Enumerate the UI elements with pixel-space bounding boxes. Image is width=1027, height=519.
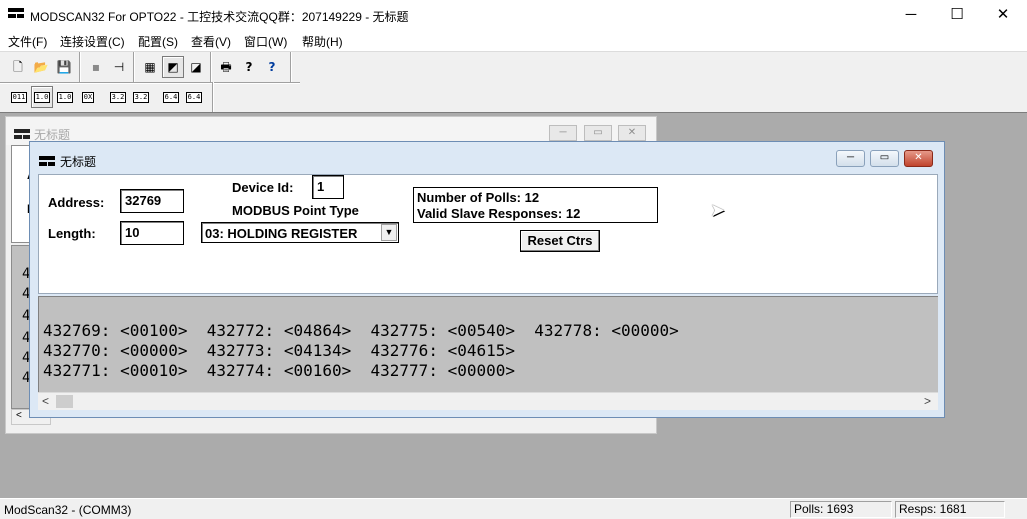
save-icon[interactable]: 💾 bbox=[53, 56, 75, 78]
app-title: MODSCAN32 For OPTO22 - 工控技术交流QQ群：2071492… bbox=[30, 10, 409, 24]
menu-setup[interactable]: 配置(S) bbox=[138, 33, 178, 50]
scroll-left-icon[interactable]: < bbox=[16, 410, 22, 421]
maximize-icon[interactable]: ▭ bbox=[584, 125, 612, 141]
menu-bar: 文件(F) 连接设置(C) 配置(S) 查看(V) 窗口(W) 帮助(H) bbox=[0, 30, 1027, 51]
scroll-left-icon[interactable]: < bbox=[42, 394, 49, 408]
toolbar-separator bbox=[212, 82, 214, 112]
device-id-label: Device Id: bbox=[232, 180, 294, 195]
device-id-field[interactable]: 1 bbox=[312, 175, 344, 199]
swapped-float-format-icon[interactable]: 3.2 bbox=[130, 86, 152, 108]
app-title-bar: MODSCAN32 For OPTO22 - 工控技术交流QQ群：2071492… bbox=[0, 0, 1027, 30]
maximize-icon[interactable]: ▭ bbox=[870, 150, 899, 167]
data-line: 432771: <00010> 432774: <00160> 432777: … bbox=[43, 361, 516, 380]
child-window-title-bar[interactable]: 无标题 ─ ▭ ✕ bbox=[30, 142, 944, 174]
data-definition-icon[interactable]: ◪ bbox=[185, 56, 207, 78]
minimize-icon[interactable]: ─ bbox=[888, 0, 934, 30]
binary-format-icon[interactable]: 011 bbox=[8, 86, 30, 108]
status-bar: ModScan32 - (COMM3) Polls: 1693 Resps: 1… bbox=[0, 498, 1027, 519]
menu-connection[interactable]: 连接设置(C) bbox=[60, 33, 125, 50]
status-responses: Resps: 1681 bbox=[895, 501, 1005, 518]
data-line: 432770: <00000> 432773: <04134> 432776: … bbox=[43, 341, 516, 360]
toolbar-separator bbox=[133, 52, 135, 82]
scroll-right-icon[interactable]: > bbox=[924, 394, 931, 408]
show-traffic-icon[interactable]: ◩ bbox=[162, 56, 184, 78]
length-field[interactable]: 10 bbox=[120, 221, 184, 245]
close-icon[interactable]: ✕ bbox=[618, 125, 646, 141]
polls-count: Number of Polls: 12 bbox=[417, 190, 540, 205]
horizontal-scrollbar[interactable]: < > bbox=[38, 392, 938, 410]
address-field[interactable]: 32769 bbox=[120, 189, 184, 213]
maximize-icon[interactable]: ☐ bbox=[934, 0, 980, 30]
toolbar: 🗋 📂 💾 ▪ ⊣ ▦ ◩ ◪ 🖶 ? ? 011 1.0 1.0 0X 3.2… bbox=[0, 51, 1027, 112]
menu-help[interactable]: 帮助(H) bbox=[302, 33, 343, 50]
app-icon[interactable] bbox=[8, 8, 24, 20]
double-format-icon[interactable]: 6.4 bbox=[160, 86, 182, 108]
modscan-child-window[interactable]: 无标题 ─ ▭ ✕ Address: 32769 Length: 10 Devi… bbox=[29, 141, 945, 418]
swapped-double-format-icon[interactable]: 6.4 bbox=[183, 86, 205, 108]
context-help-icon[interactable]: ? bbox=[261, 56, 283, 78]
integer-format-icon[interactable]: 1.0 bbox=[54, 86, 76, 108]
length-label: Length: bbox=[48, 226, 96, 241]
mouse-cursor-icon: ➤ bbox=[710, 200, 726, 220]
close-icon[interactable]: ✕ bbox=[904, 150, 933, 167]
data-line: 432769: <00100> 432772: <04864> 432775: … bbox=[43, 321, 679, 340]
float-format-icon[interactable]: 3.2 bbox=[107, 86, 129, 108]
status-polls: Polls: 1693 bbox=[790, 501, 892, 518]
toolbar-separator bbox=[79, 52, 81, 82]
toolbar-row-separator bbox=[0, 82, 300, 84]
display-config-icon[interactable]: ▦ bbox=[139, 56, 161, 78]
open-folder-icon[interactable]: 📂 bbox=[30, 56, 52, 78]
point-type-select[interactable]: 03: HOLDING REGISTER ▼ bbox=[201, 222, 399, 243]
toolbar-separator bbox=[290, 52, 292, 82]
document-icon bbox=[14, 129, 30, 141]
reset-counters-button[interactable]: Reset Ctrs bbox=[520, 230, 600, 252]
decimal-format-icon[interactable]: 1.0 bbox=[31, 86, 53, 108]
poll-statistics: Number of Polls: 12 Valid Slave Response… bbox=[413, 187, 658, 223]
toolbar-separator bbox=[210, 52, 212, 82]
scan-config-panel: Address: 32769 Length: 10 Device Id: 1 M… bbox=[38, 174, 938, 294]
print-icon[interactable]: 🖶 bbox=[215, 56, 237, 78]
new-file-icon[interactable]: 🗋 bbox=[7, 56, 29, 78]
document-icon bbox=[39, 156, 55, 168]
connect-icon[interactable]: ▪ bbox=[85, 56, 107, 78]
register-data-display: 432769: <00100> 432772: <04864> 432775: … bbox=[38, 296, 938, 392]
menu-file[interactable]: 文件(F) bbox=[8, 33, 47, 50]
menu-view[interactable]: 查看(V) bbox=[191, 33, 231, 50]
point-type-value: 03: HOLDING REGISTER bbox=[205, 226, 358, 241]
hex-format-icon[interactable]: 0X bbox=[77, 86, 99, 108]
close-icon[interactable]: ✕ bbox=[980, 0, 1026, 30]
point-type-label: MODBUS Point Type bbox=[232, 203, 359, 218]
disconnect-icon[interactable]: ⊣ bbox=[108, 56, 130, 78]
status-connection: ModScan32 - (COMM3) bbox=[4, 503, 132, 517]
minimize-icon[interactable]: ─ bbox=[836, 150, 865, 167]
address-label: Address: bbox=[48, 195, 105, 210]
child-window-title: 无标题 bbox=[60, 155, 97, 169]
scroll-thumb[interactable] bbox=[56, 395, 73, 408]
minimize-icon[interactable]: ─ bbox=[549, 125, 577, 141]
menu-window[interactable]: 窗口(W) bbox=[244, 33, 287, 50]
chevron-down-icon[interactable]: ▼ bbox=[381, 224, 397, 241]
help-icon[interactable]: ? bbox=[238, 56, 260, 78]
valid-responses-count: Valid Slave Responses: 12 bbox=[417, 206, 581, 221]
